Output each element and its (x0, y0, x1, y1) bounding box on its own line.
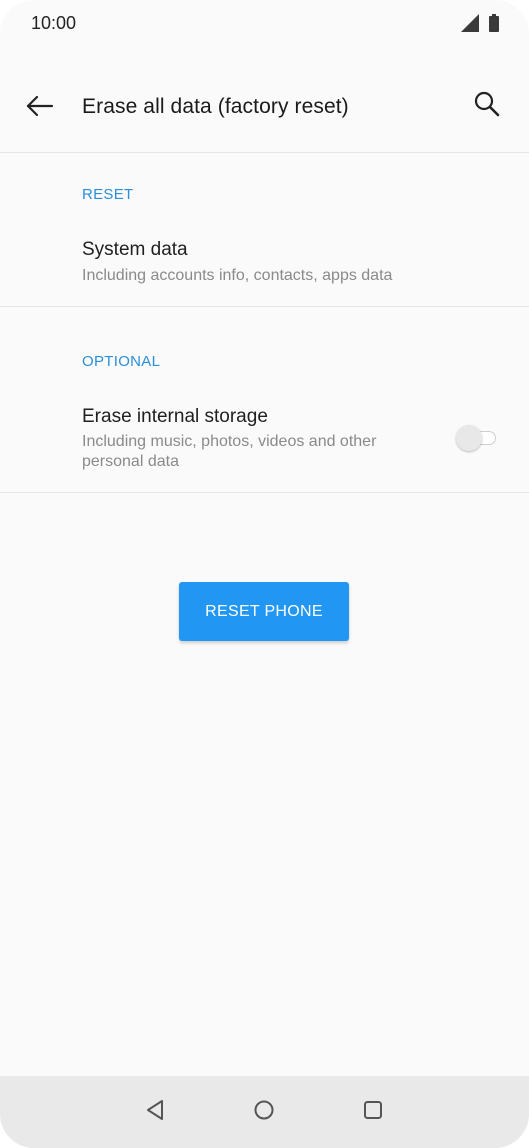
erase-storage-toggle[interactable] (456, 424, 498, 452)
back-button[interactable] (18, 86, 62, 130)
status-bar: 10:00 (0, 0, 529, 48)
nav-home-button[interactable] (242, 1090, 286, 1134)
page-title: Erase all data (factory reset) (82, 95, 349, 118)
erase-storage-title: Erase internal storage (82, 406, 268, 427)
search-button[interactable] (465, 84, 509, 128)
search-icon (473, 90, 501, 123)
recents-square-icon (362, 1099, 384, 1126)
status-icons (461, 14, 499, 37)
erase-storage-summary: Including music, photos, videos and othe… (82, 433, 377, 470)
section-header-optional: OPTIONAL (82, 353, 161, 370)
system-data-summary: Including accounts info, contacts, apps … (82, 267, 393, 284)
divider (0, 306, 529, 307)
reset-phone-button[interactable]: RESET PHONE (179, 582, 349, 641)
app-bar: Erase all data (factory reset) (0, 64, 529, 152)
section-header-reset: RESET (82, 186, 134, 203)
signal-icon (461, 14, 479, 37)
back-triangle-icon (145, 1099, 167, 1126)
nav-recents-button[interactable] (351, 1090, 395, 1134)
nav-back-button[interactable] (134, 1090, 178, 1134)
divider (0, 152, 529, 153)
system-data-title: System data (82, 239, 188, 260)
back-arrow-icon (26, 95, 54, 122)
home-circle-icon (253, 1099, 275, 1126)
battery-icon (489, 14, 499, 37)
toggle-thumb (456, 425, 482, 451)
navigation-bar (0, 1076, 529, 1148)
phone-screen: 10:00 Erase all data (factory reset) RES… (0, 0, 529, 1148)
divider (0, 492, 529, 493)
status-time: 10:00 (31, 13, 77, 33)
